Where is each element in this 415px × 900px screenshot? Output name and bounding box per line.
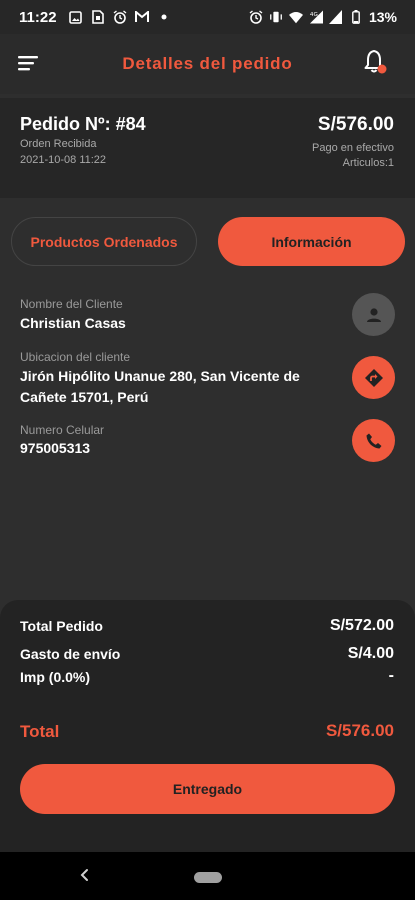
tax-label: Imp (0.0%) <box>20 669 91 685</box>
svg-text:4G: 4G <box>310 12 318 18</box>
page-title: Detalles del pedido <box>122 54 293 73</box>
person-icon <box>366 307 381 322</box>
call-button[interactable] <box>352 419 395 462</box>
items-count: Articulos:1 <box>342 157 394 169</box>
grand-total-label: Total <box>20 722 60 741</box>
home-pill[interactable] <box>194 872 222 883</box>
alarm-icon <box>249 10 263 24</box>
menu-icon[interactable] <box>18 54 40 72</box>
vibrate-icon <box>269 10 283 24</box>
order-number: Pedido Nº: #84 <box>20 114 146 134</box>
status-time: 11:22 <box>19 8 57 26</box>
signal-4g-icon: 4G <box>309 10 323 24</box>
alarm-icon <box>113 10 127 24</box>
tab-info[interactable]: Información <box>218 217 405 266</box>
totals-panel: Total Pedido S/572.00 Gasto de envío S/4… <box>0 600 415 852</box>
tax-value: - <box>388 667 394 684</box>
back-icon[interactable] <box>76 866 94 884</box>
order-total: S/576.00 <box>317 114 394 135</box>
customer-phone: 975005313 <box>20 440 91 456</box>
signal-icon <box>329 10 343 24</box>
customer-location: Jirón Hipólito Unanue 280, San Vicente d… <box>20 368 300 405</box>
wifi-icon <box>288 10 303 24</box>
grand-total-value: S/576.00 <box>325 721 394 740</box>
shipping-value: S/4.00 <box>347 645 394 662</box>
order-summary: Pedido Nº: #84 Orden Recibida 2021-10-08… <box>0 98 415 198</box>
customer-profile-button[interactable] <box>352 293 395 336</box>
customer-name-label: Nombre del Cliente <box>20 297 123 311</box>
nav-bar <box>0 852 415 900</box>
gmail-icon <box>134 10 149 24</box>
bell-icon[interactable] <box>363 48 389 76</box>
dot-icon <box>157 10 171 24</box>
status-right: 4G 13% <box>249 9 397 25</box>
directions-button[interactable] <box>352 356 395 399</box>
app-header: Detalles del pedido <box>0 34 415 94</box>
order-status: Orden Recibida <box>20 138 97 150</box>
customer-name: Christian Casas <box>20 315 126 331</box>
tab-products[interactable]: Productos Ordenados <box>11 217 197 266</box>
photo-icon <box>69 10 83 24</box>
status-bar: 11:22 4G 13% <box>0 0 415 34</box>
status-left: 11:22 <box>19 9 171 26</box>
directions-icon <box>364 368 383 387</box>
delivered-button[interactable]: Entregado <box>20 764 395 814</box>
order-total-label: Total Pedido <box>20 618 103 634</box>
order-total-value: S/572.00 <box>329 617 394 634</box>
customer-location-label: Ubicacion del cliente <box>20 350 131 364</box>
customer-phone-label: Numero Celular <box>20 423 105 437</box>
payment-method: Pago en efectivo <box>312 142 394 154</box>
battery-icon <box>349 10 363 24</box>
shipping-label: Gasto de envío <box>20 646 121 662</box>
sim-icon <box>91 10 105 24</box>
phone-icon <box>366 433 381 448</box>
order-date: 2021-10-08 11:22 <box>20 154 107 166</box>
battery-percent: 13% <box>368 9 397 25</box>
